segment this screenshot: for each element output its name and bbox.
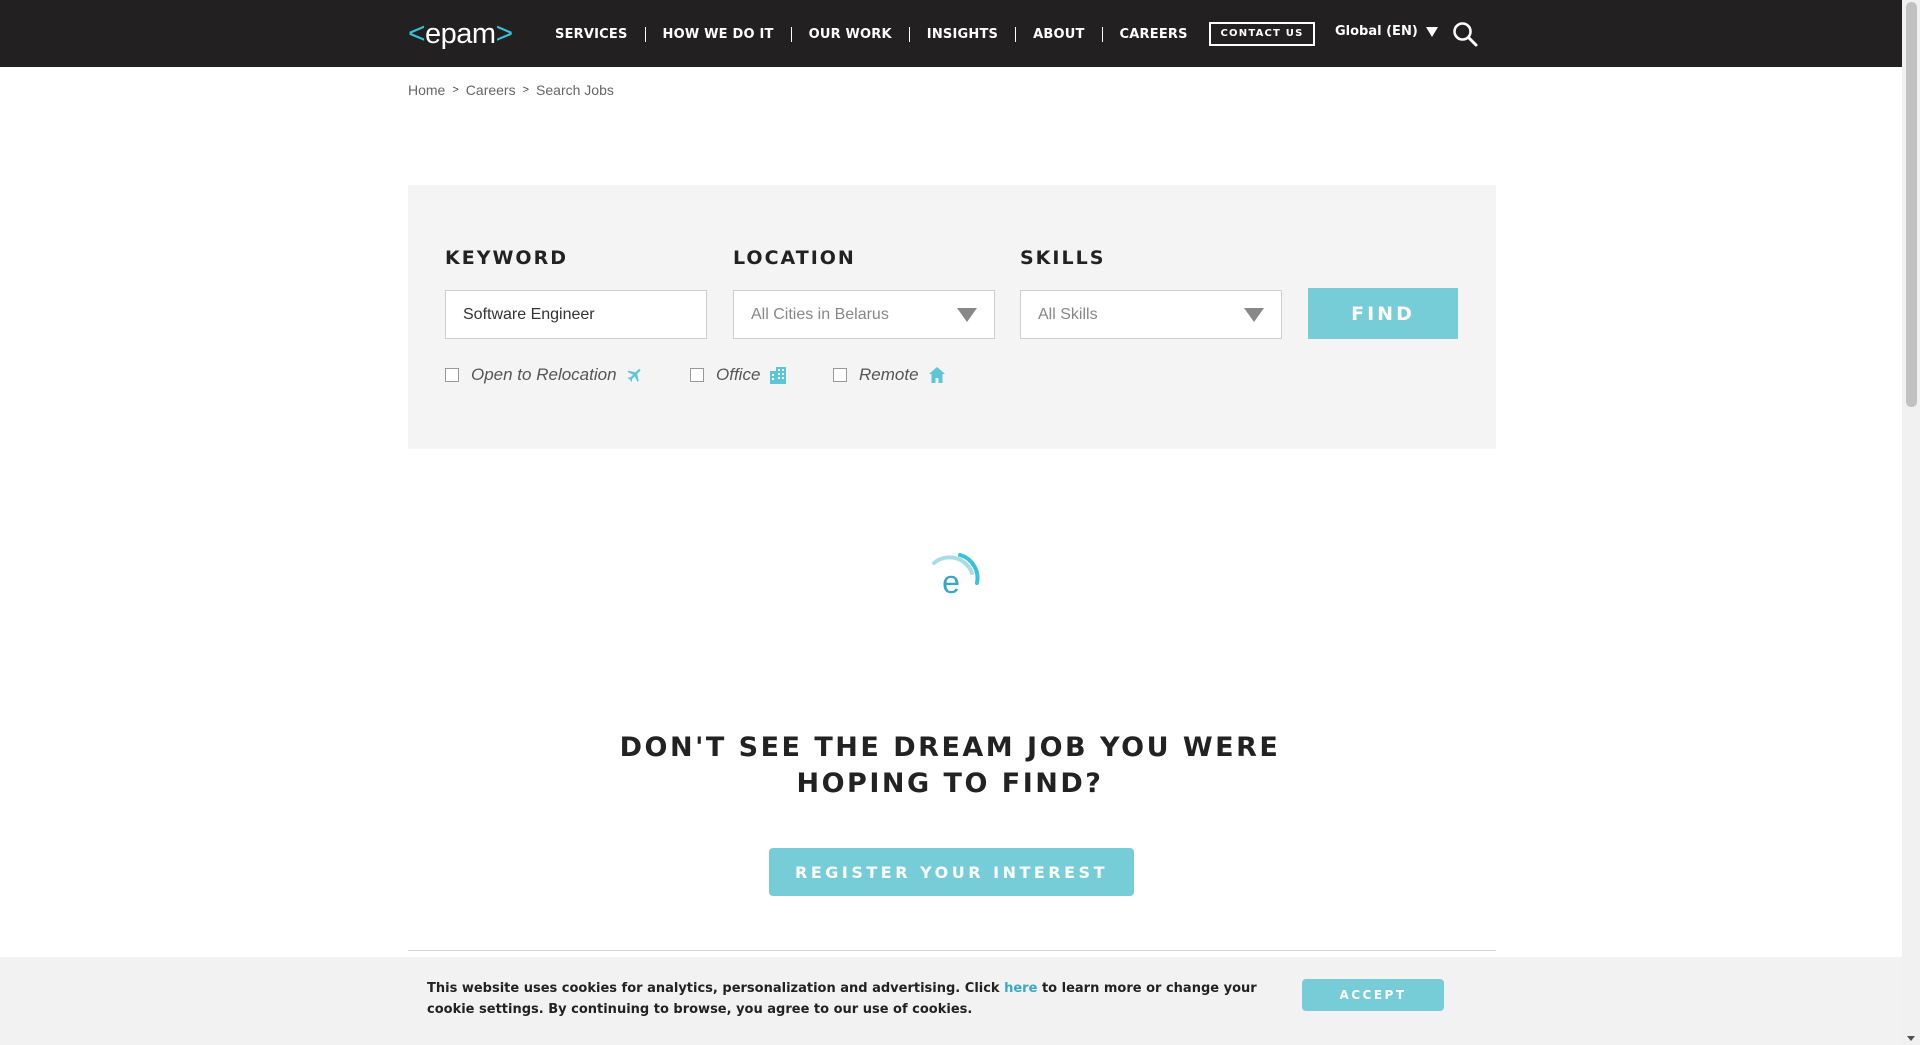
logo-bracket-left: <: [408, 17, 426, 50]
cookie-settings-link[interactable]: here: [1004, 981, 1037, 996]
scroll-down-arrow-icon[interactable]: [1907, 1036, 1915, 1041]
keyword-label: KEYWORD: [445, 247, 568, 269]
building-icon: [769, 366, 787, 384]
nav-item-careers[interactable]: CAREERS: [1101, 26, 1205, 42]
location-select[interactable]: All Cities in Belarus: [733, 290, 995, 339]
loading-spinner-icon: e: [920, 543, 986, 609]
breadcrumb-careers[interactable]: Careers: [466, 82, 516, 98]
chevron-down-icon: [957, 308, 977, 322]
find-button[interactable]: FIND: [1308, 288, 1458, 339]
breadcrumb: Home > Careers > Search Jobs: [408, 82, 614, 98]
skills-select[interactable]: All Skills: [1020, 290, 1282, 339]
checkbox-box[interactable]: [445, 368, 459, 382]
relocation-label: Open to Relocation: [471, 365, 617, 384]
breadcrumb-separator: >: [522, 84, 530, 96]
contact-us-button[interactable]: CONTACT US: [1209, 22, 1315, 46]
accept-cookies-button[interactable]: ACCEPT: [1302, 979, 1444, 1011]
dream-job-heading-line1: DON'T SEE THE DREAM JOB YOU WERE: [619, 732, 1281, 763]
nav-item-insights[interactable]: INSIGHTS: [908, 26, 1015, 42]
dream-job-heading-line2: HOPING TO FIND?: [796, 768, 1104, 799]
cookie-banner: This website uses cookies for analytics,…: [0, 957, 1902, 1045]
section-divider: [408, 950, 1496, 951]
chevron-down-icon: [1244, 308, 1264, 322]
cookie-message: This website uses cookies for analytics,…: [427, 978, 1257, 1020]
site-header: < epam > SERVICES HOW WE DO IT OUR WORK IN…: [0, 0, 1902, 67]
keyword-input[interactable]: [445, 290, 707, 339]
nav-item-services[interactable]: SERVICES: [538, 27, 645, 42]
cookie-text-before: This website uses cookies for analytics,…: [427, 981, 1005, 996]
location-label: LOCATION: [733, 247, 856, 269]
breadcrumb-separator: >: [452, 84, 459, 96]
airplane-icon: [626, 366, 644, 384]
logo-text: epam: [425, 17, 496, 50]
dream-job-heading: DON'T SEE THE DREAM JOB YOU WERE HOPING …: [500, 730, 1400, 802]
skills-label: SKILLS: [1020, 247, 1106, 269]
checkbox-box[interactable]: [690, 368, 704, 382]
epam-logo[interactable]: < epam >: [408, 16, 513, 52]
register-interest-button[interactable]: REGISTER YOUR INTEREST: [769, 848, 1134, 896]
office-checkbox[interactable]: Office: [690, 365, 787, 385]
relocation-checkbox[interactable]: Open to Relocation: [445, 365, 644, 385]
triangle-down-icon: [1425, 26, 1438, 37]
page-scrollbar[interactable]: [1902, 0, 1920, 1045]
remote-label: Remote: [859, 365, 919, 384]
scrollbar-thumb[interactable]: [1906, 2, 1917, 407]
nav-item-how-we-do-it[interactable]: HOW WE DO IT: [644, 26, 791, 42]
main-nav: SERVICES HOW WE DO IT OUR WORK INSIGHTS …: [538, 23, 1205, 45]
house-icon: [928, 366, 946, 384]
nav-item-about[interactable]: ABOUT: [1015, 26, 1101, 42]
breadcrumb-home[interactable]: Home: [408, 82, 445, 98]
region-selector[interactable]: Global (EN): [1335, 24, 1438, 39]
search-icon[interactable]: [1452, 21, 1478, 47]
skills-value: All Skills: [1038, 305, 1098, 323]
remote-checkbox[interactable]: Remote: [833, 365, 946, 385]
loader-glyph: e: [942, 564, 960, 600]
logo-bracket-right: >: [495, 17, 514, 50]
checkbox-box[interactable]: [833, 368, 847, 382]
region-label: Global (EN): [1335, 24, 1418, 39]
location-value: All Cities in Belarus: [751, 305, 889, 323]
office-label: Office: [716, 365, 761, 384]
nav-item-our-work[interactable]: OUR WORK: [790, 26, 909, 42]
job-search-panel: KEYWORD LOCATION All Cities in Belarus S…: [408, 185, 1496, 449]
breadcrumb-search-jobs: Search Jobs: [536, 82, 614, 98]
